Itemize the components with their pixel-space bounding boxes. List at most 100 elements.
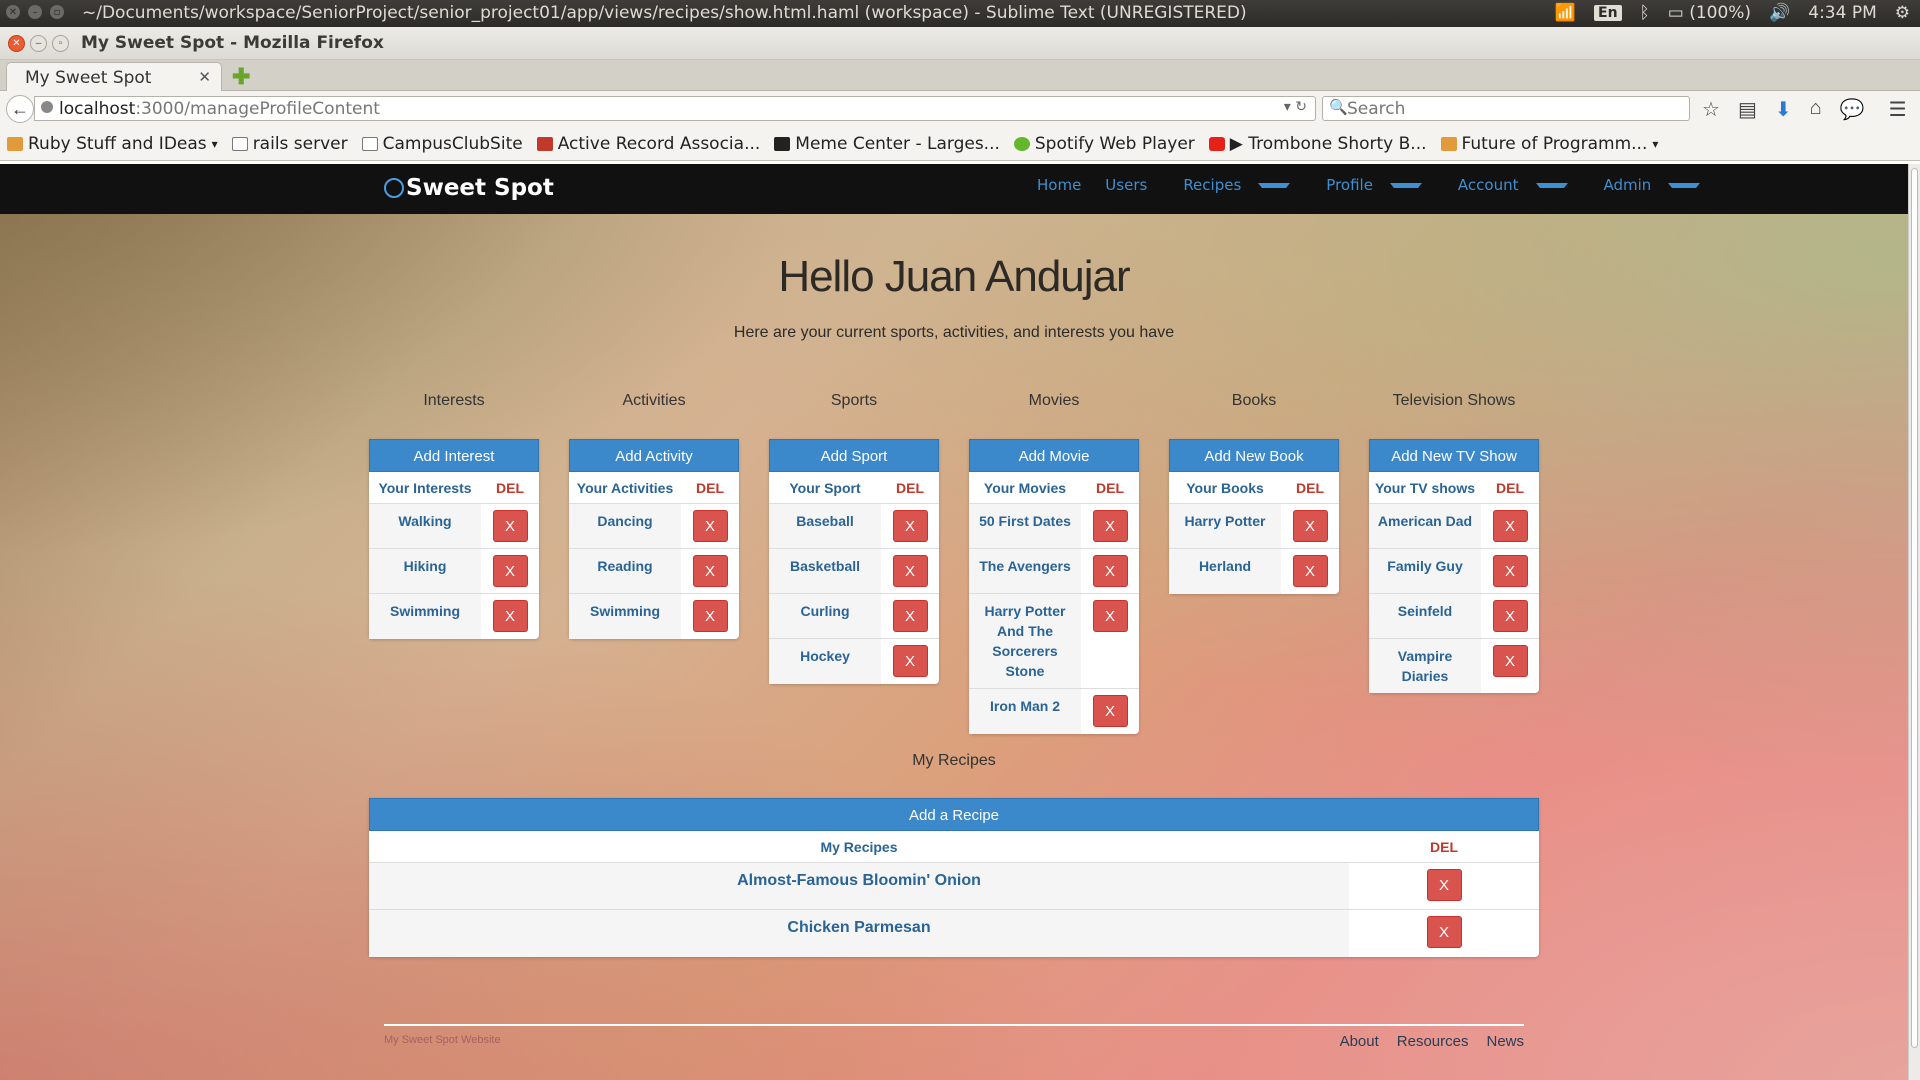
chat-icon[interactable]: 💬 xyxy=(1840,97,1865,122)
footer-link-about[interactable]: About xyxy=(1340,1033,1379,1050)
nav-account[interactable]: Account xyxy=(1434,176,1580,194)
item-link[interactable]: Curling xyxy=(769,594,881,638)
item-link[interactable]: The Avengers xyxy=(969,549,1081,593)
delete-button[interactable]: X xyxy=(892,600,928,632)
download-icon[interactable]: ⬇ xyxy=(1775,97,1792,122)
caret-down-icon xyxy=(1389,183,1422,188)
delete-button[interactable]: X xyxy=(1492,600,1528,632)
delete-button[interactable]: X xyxy=(692,600,728,632)
delete-button[interactable]: X xyxy=(1092,510,1128,542)
bookmark-item[interactable]: Spotify Web Player xyxy=(1007,134,1202,154)
footer-link-resources[interactable]: Resources xyxy=(1397,1033,1469,1050)
delete-recipe-button[interactable]: X xyxy=(1426,916,1462,948)
item-link[interactable]: Hockey xyxy=(769,639,881,684)
reload-icon[interactable]: ▾ ↻ xyxy=(1284,99,1307,115)
item-link[interactable]: Harry Potter And The Sorcerers Stone xyxy=(969,594,1081,688)
brand-link[interactable]: Sweet Spot xyxy=(384,175,554,201)
item-link[interactable]: Baseball xyxy=(769,504,881,548)
back-arrow-icon[interactable]: ← xyxy=(6,95,34,123)
item-link[interactable]: Seinfeld xyxy=(1369,594,1481,638)
add-new-tv-show-button[interactable]: Add New TV Show xyxy=(1369,439,1539,472)
item-link[interactable]: Family Guy xyxy=(1369,549,1481,593)
nav-users[interactable]: Users xyxy=(1093,176,1159,194)
url-bar[interactable]: localhost:3000/manageProfileContent ▾ ↻ xyxy=(34,96,1316,121)
item-link[interactable]: Herland xyxy=(1169,549,1281,594)
volume-icon[interactable]: 🔊 xyxy=(1769,3,1790,23)
bookmark-item[interactable]: Active Record Associa... xyxy=(530,134,768,154)
recipe-link[interactable]: Chicken Parmesan xyxy=(369,910,1349,957)
recipe-link[interactable]: Almost-Famous Bloomin' Onion xyxy=(369,863,1349,909)
delete-button[interactable]: X xyxy=(492,510,528,542)
delete-button[interactable]: X xyxy=(892,555,928,587)
page-scrollbar[interactable] xyxy=(1908,164,1920,1080)
gear-icon[interactable]: ⚙ xyxy=(1895,3,1910,23)
activities-card: Add Activity Your Activities DEL Dancing X Re… xyxy=(569,439,739,639)
nav-admin[interactable]: Admin xyxy=(1580,176,1713,194)
bookmark-item[interactable]: rails server xyxy=(225,134,355,154)
item-link[interactable]: Swimming xyxy=(569,594,681,639)
minimize-icon[interactable]: – xyxy=(30,35,47,52)
wifi-icon[interactable]: 📶 xyxy=(1555,3,1576,23)
scrollbar-thumb[interactable] xyxy=(1911,168,1918,1048)
add-interest-button[interactable]: Add Interest xyxy=(369,439,539,472)
delete-button[interactable]: X xyxy=(1492,645,1528,677)
bluetooth-icon[interactable]: ᛒ xyxy=(1640,3,1650,23)
item-link[interactable]: Walking xyxy=(369,504,481,548)
item-link[interactable]: Dancing xyxy=(569,504,681,548)
keyboard-layout-indicator[interactable]: En xyxy=(1594,5,1622,21)
site-info-icon[interactable] xyxy=(41,101,53,113)
search-input[interactable]: 🔍 Search xyxy=(1322,96,1690,121)
delete-recipe-button[interactable]: X xyxy=(1426,869,1462,901)
minimize-icon[interactable]: – xyxy=(28,5,42,19)
bookmark-item[interactable]: Ruby Stuff and IDeas ▾ xyxy=(0,134,225,154)
delete-button[interactable]: X xyxy=(892,645,928,677)
item-link[interactable]: American Dad xyxy=(1369,504,1481,548)
nav-home[interactable]: Home xyxy=(1025,176,1093,194)
item-link[interactable]: Hiking xyxy=(369,549,481,593)
bookmark-star-icon[interactable]: ☆ xyxy=(1702,97,1720,122)
tab-my-sweet-spot[interactable]: My Sweet Spot ✕ xyxy=(6,62,222,92)
nav-profile[interactable]: Profile xyxy=(1302,176,1434,194)
delete-button[interactable]: X xyxy=(892,510,928,542)
delete-button[interactable]: X xyxy=(492,555,528,587)
bookmark-item[interactable]: ▶ Trombone Shorty B... xyxy=(1202,134,1434,154)
clock[interactable]: 4:34 PM xyxy=(1808,3,1877,23)
add-new-book-button[interactable]: Add New Book xyxy=(1169,439,1339,472)
delete-button[interactable]: X xyxy=(692,555,728,587)
maximize-icon[interactable]: ▫ xyxy=(52,35,69,52)
item-link[interactable]: Iron Man 2 xyxy=(969,689,1081,734)
new-tab-icon[interactable]: ✚ xyxy=(232,64,250,90)
bookmark-item[interactable]: Future of Programm... ▾ xyxy=(1434,134,1666,154)
close-icon[interactable]: ✕ xyxy=(6,5,20,19)
delete-button[interactable]: X xyxy=(692,510,728,542)
delete-button[interactable]: X xyxy=(1292,555,1328,587)
item-link[interactable]: Reading xyxy=(569,549,681,593)
delete-button[interactable]: X xyxy=(492,600,528,632)
reading-list-icon[interactable]: ▤ xyxy=(1738,97,1757,122)
battery-indicator[interactable]: ▭ (100%) xyxy=(1668,3,1751,23)
nav-recipes[interactable]: Recipes xyxy=(1159,176,1302,194)
item-link[interactable]: Harry Potter xyxy=(1169,504,1281,548)
bookmark-item[interactable]: Meme Center - Larges... xyxy=(767,134,1007,154)
add-activity-button[interactable]: Add Activity xyxy=(569,439,739,472)
delete-button[interactable]: X xyxy=(1092,695,1128,727)
delete-button[interactable]: X xyxy=(1492,510,1528,542)
delete-button[interactable]: X xyxy=(1292,510,1328,542)
delete-button[interactable]: X xyxy=(1092,555,1128,587)
delete-button[interactable]: X xyxy=(1492,555,1528,587)
item-link[interactable]: Swimming xyxy=(369,594,481,639)
item-link[interactable]: Vampire Diaries xyxy=(1369,639,1481,693)
bookmark-item[interactable]: CampusClubSite xyxy=(355,134,530,154)
maximize-icon[interactable]: ▫ xyxy=(50,5,64,19)
home-icon[interactable]: ⌂ xyxy=(1810,97,1822,122)
delete-button[interactable]: X xyxy=(1092,600,1128,632)
item-link[interactable]: 50 First Dates xyxy=(969,504,1081,548)
close-tab-icon[interactable]: ✕ xyxy=(198,68,211,86)
add-movie-button[interactable]: Add Movie xyxy=(969,439,1139,472)
add-recipe-button[interactable]: Add a Recipe xyxy=(369,798,1539,831)
add-sport-button[interactable]: Add Sport xyxy=(769,439,939,472)
footer-link-news[interactable]: News xyxy=(1486,1033,1524,1050)
menu-icon[interactable]: ☰ xyxy=(1889,97,1907,122)
close-icon[interactable]: ✕ xyxy=(8,35,25,52)
item-link[interactable]: Basketball xyxy=(769,549,881,593)
